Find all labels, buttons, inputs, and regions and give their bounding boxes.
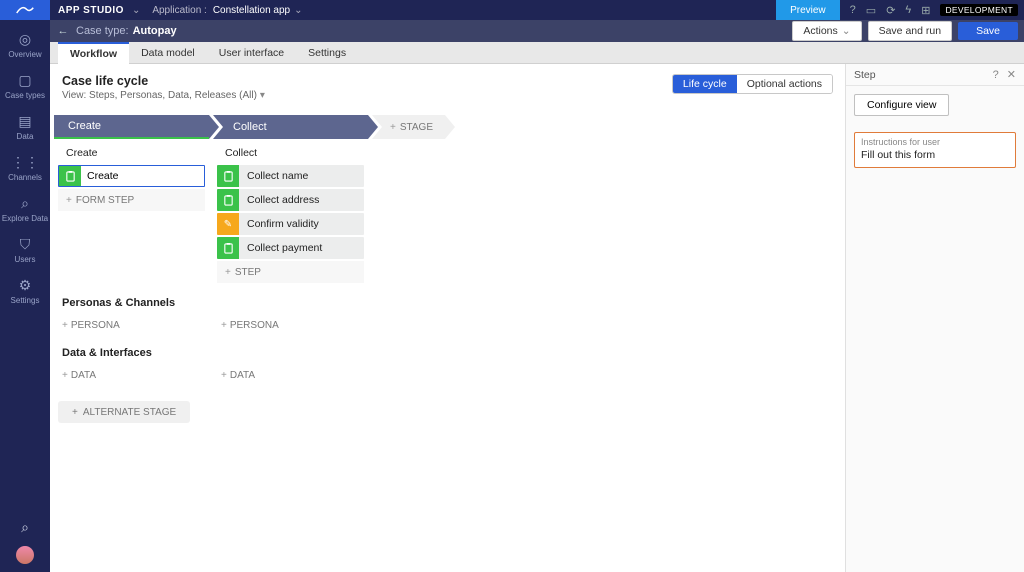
- chevron-down-icon: ▾: [260, 90, 265, 101]
- right-panel: Step ? ✕ Configure view Instructions for…: [845, 64, 1024, 572]
- case-type-value: Autopay: [133, 25, 177, 37]
- stage-create: Create Create 🗑 +FORM STEP: [54, 115, 209, 211]
- application-label: Application :: [152, 5, 206, 16]
- nav-explore-data[interactable]: ⌕Explore Data: [0, 190, 50, 231]
- environment-badge: DEVELOPMENT: [940, 4, 1018, 16]
- instructions-field[interactable]: Instructions for user Fill out this form: [854, 132, 1016, 168]
- form-icon: [217, 189, 239, 211]
- add-alternate-stage[interactable]: +ALTERNATE STAGE: [58, 401, 190, 423]
- form-icon: [217, 165, 239, 187]
- refresh-icon[interactable]: ⟳: [886, 4, 895, 17]
- plus-icon: +: [62, 320, 68, 331]
- canvas: Case life cycle View: Steps, Personas, D…: [50, 64, 845, 572]
- nav-data[interactable]: ▤Data: [0, 108, 50, 149]
- application-dropdown-icon[interactable]: ⌄: [294, 5, 302, 16]
- step-create[interactable]: 🗑: [58, 165, 205, 187]
- form-icon: [217, 237, 239, 259]
- stage-header-collect[interactable]: Collect: [213, 115, 368, 139]
- form-icon: [59, 165, 81, 187]
- grid-icon[interactable]: ⊞: [921, 4, 930, 17]
- settings-icon: ⚙: [0, 277, 50, 294]
- pega-logo: [0, 0, 50, 20]
- add-stage-button[interactable]: +STAGE: [372, 115, 445, 139]
- chat-icon[interactable]: ▭: [866, 4, 876, 17]
- explore-data-icon: ⌕: [0, 195, 50, 212]
- step-confirm-validity[interactable]: ✎Confirm validity: [217, 213, 364, 235]
- back-button[interactable]: ←: [50, 25, 76, 37]
- nav-case-types[interactable]: ▢Case types: [0, 67, 50, 108]
- app-studio-dropdown-icon[interactable]: ⌄: [132, 5, 140, 16]
- instructions-value: Fill out this form: [861, 149, 1009, 161]
- case-type-label: Case type:: [76, 25, 129, 37]
- stage-header-create[interactable]: Create: [54, 115, 209, 139]
- nav-users[interactable]: ⛉Users: [0, 231, 50, 272]
- process-header-create: Create: [54, 139, 209, 165]
- nav-settings[interactable]: ⚙Settings: [0, 272, 50, 313]
- save-button[interactable]: Save: [958, 22, 1018, 40]
- left-nav: ◎Overview ▢Case types ▤Data ⋮⋮Channels ⌕…: [0, 20, 50, 572]
- tab-settings[interactable]: Settings: [296, 42, 358, 64]
- nav-channels[interactable]: ⋮⋮Channels: [0, 149, 50, 190]
- application-value: Constellation app: [213, 5, 290, 16]
- overview-icon: ◎: [0, 31, 50, 48]
- add-persona-1[interactable]: +PERSONA: [62, 320, 120, 331]
- data-heading: Data & Interfaces: [62, 347, 833, 359]
- preview-button[interactable]: Preview: [776, 0, 840, 20]
- tab-bar: Workflow Data model User interface Setti…: [50, 42, 1024, 64]
- instructions-label: Instructions for user: [861, 137, 1009, 147]
- help-icon[interactable]: ?: [850, 4, 856, 16]
- save-and-run-button[interactable]: Save and run: [868, 21, 952, 41]
- view-filter[interactable]: View: Steps, Personas, Data, Releases (A…: [62, 90, 265, 101]
- step-collect-address[interactable]: Collect address: [217, 189, 364, 211]
- data-icon: ▤: [0, 113, 50, 130]
- view-toggle: Life cycle Optional actions: [672, 74, 833, 94]
- add-data-2[interactable]: +DATA: [221, 370, 255, 381]
- step-collect-payment[interactable]: Collect payment: [217, 237, 364, 259]
- seg-life-cycle[interactable]: Life cycle: [673, 75, 737, 93]
- plus-icon: +: [221, 370, 227, 381]
- plus-icon: +: [225, 267, 231, 278]
- configure-view-button[interactable]: Configure view: [854, 94, 949, 116]
- add-persona-2[interactable]: +PERSONA: [221, 320, 279, 331]
- add-data-1[interactable]: +DATA: [62, 370, 96, 381]
- stage-collect: Collect Collect Collect name Collect add…: [213, 115, 368, 283]
- right-panel-title: Step: [854, 69, 876, 81]
- seg-optional-actions[interactable]: Optional actions: [737, 75, 832, 93]
- case-types-icon: ▢: [0, 72, 50, 89]
- tab-data-model[interactable]: Data model: [129, 42, 207, 64]
- plus-icon: +: [62, 370, 68, 381]
- step-name-input[interactable]: [81, 166, 205, 186]
- plus-icon: +: [390, 122, 396, 133]
- add-step[interactable]: +STEP: [217, 261, 364, 283]
- tab-workflow[interactable]: Workflow: [58, 42, 129, 64]
- channels-icon: ⋮⋮: [0, 154, 50, 171]
- step-collect-name[interactable]: Collect name: [217, 165, 364, 187]
- add-form-step[interactable]: +FORM STEP: [58, 189, 205, 211]
- users-icon: ⛉: [0, 236, 50, 253]
- plus-icon: +: [66, 195, 72, 206]
- plus-icon: +: [221, 320, 227, 331]
- app-studio-label: APP STUDIO: [50, 5, 132, 16]
- tab-user-interface[interactable]: User interface: [207, 42, 296, 64]
- user-avatar[interactable]: [16, 546, 34, 564]
- process-header-collect: Collect: [213, 139, 368, 165]
- search-icon[interactable]: ⌕: [0, 519, 50, 536]
- plus-icon: +: [72, 407, 78, 418]
- page-title: Case life cycle: [62, 74, 265, 88]
- automation-icon: ✎: [217, 213, 239, 235]
- bolt-icon[interactable]: ϟ: [905, 4, 911, 16]
- close-icon[interactable]: ✕: [1007, 68, 1016, 81]
- nav-overview[interactable]: ◎Overview: [0, 26, 50, 67]
- actions-button[interactable]: Actions⌄: [792, 21, 861, 41]
- help-icon[interactable]: ?: [993, 69, 999, 81]
- personas-heading: Personas & Channels: [62, 297, 833, 309]
